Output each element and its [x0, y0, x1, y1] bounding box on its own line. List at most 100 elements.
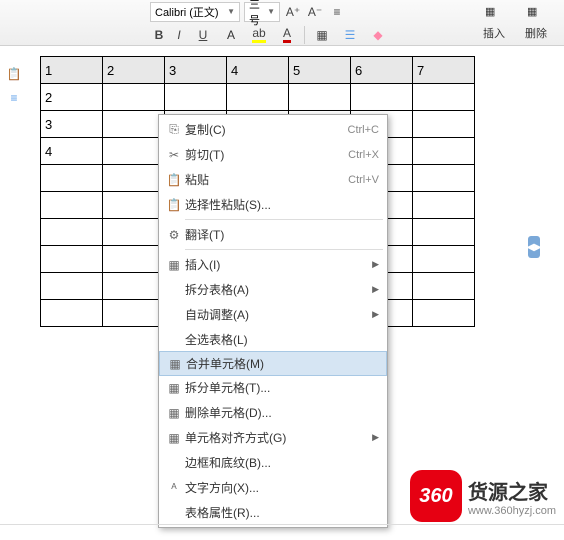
underline-button[interactable]: U — [190, 26, 216, 44]
menu-separator — [185, 219, 383, 220]
table-row: 1 2 3 4 5 6 7 — [41, 57, 475, 84]
table-cell[interactable]: 6 — [351, 57, 413, 84]
watermark-url: www.360hyzj.com — [468, 505, 556, 517]
page-width-handle[interactable]: ◀▶ — [528, 236, 540, 258]
table-cell[interactable]: 2 — [41, 84, 103, 111]
table-cell[interactable] — [413, 219, 475, 246]
menu-item-cut[interactable]: ✂剪切(T)Ctrl+X — [159, 142, 387, 167]
blank-icon — [163, 306, 185, 324]
status-bar — [0, 524, 564, 540]
font-color-button[interactable]: A — [274, 26, 300, 44]
paste-icon[interactable]: 📋 — [6, 66, 22, 82]
table-cell[interactable]: 3 — [41, 111, 103, 138]
table-cell[interactable] — [103, 300, 165, 327]
table-cell[interactable] — [413, 192, 475, 219]
highlight-button[interactable]: ab — [246, 26, 272, 44]
table-cell[interactable] — [227, 84, 289, 111]
table-cell[interactable]: 7 — [413, 57, 475, 84]
table-cell[interactable] — [103, 246, 165, 273]
increase-font-button[interactable]: A⁺ — [284, 3, 302, 21]
menu-item-merge[interactable]: ▦合并单元格(M) — [159, 351, 387, 376]
watermark: 360 货源之家 www.360hyzj.com — [410, 470, 556, 522]
menu-label: 插入(I) — [185, 256, 368, 273]
table-cell[interactable]: 3 — [165, 57, 227, 84]
font-effect-button[interactable]: A — [218, 26, 244, 44]
text-dir-icon: ᴬ — [163, 479, 185, 497]
menu-item-copy[interactable]: ⎘复制(C)Ctrl+C — [159, 117, 387, 142]
menu-item-split[interactable]: ▦拆分单元格(T)... — [159, 375, 387, 400]
table-cell[interactable] — [103, 138, 165, 165]
table-cell[interactable] — [413, 300, 475, 327]
delete-label: 删除 — [525, 25, 547, 41]
table-cell[interactable] — [41, 165, 103, 192]
table-cell[interactable] — [103, 84, 165, 111]
bold-button[interactable]: B — [150, 26, 168, 44]
table-cell[interactable] — [103, 192, 165, 219]
menu-label: 剪切(T) — [185, 146, 348, 163]
menu-shortcut: Ctrl+X — [348, 149, 379, 161]
table-cell[interactable] — [413, 273, 475, 300]
menu-label: 自动调整(A) — [185, 306, 368, 323]
menu-item-insert[interactable]: ▦插入(I)▶ — [159, 252, 387, 277]
table-cell[interactable]: 4 — [227, 57, 289, 84]
menu-item-translate[interactable]: ⚙翻译(T) — [159, 222, 387, 247]
menu-label: 全选表格(L) — [185, 331, 379, 348]
table-cell[interactable] — [289, 84, 351, 111]
table-cell[interactable] — [41, 273, 103, 300]
delete-menu-button[interactable]: ▦ 删除 — [518, 1, 554, 45]
table-cell[interactable] — [413, 246, 475, 273]
table-cell[interactable] — [103, 165, 165, 192]
decrease-font-button[interactable]: A⁻ — [306, 3, 324, 21]
shading-button[interactable]: ☰ — [337, 26, 363, 44]
table-cell[interactable] — [103, 111, 165, 138]
delete-grid-icon: ▦ — [527, 5, 545, 23]
table-cell[interactable] — [41, 246, 103, 273]
font-size-combo[interactable]: 三号▼ — [244, 2, 280, 22]
menu-item-text-dir[interactable]: ᴬ文字方向(X)... — [159, 475, 387, 500]
table-cell[interactable]: 1 — [41, 57, 103, 84]
menu-label: 删除单元格(D)... — [185, 404, 379, 421]
line-spacing-button[interactable]: ≡ — [328, 3, 346, 21]
table-cell[interactable]: 4 — [41, 138, 103, 165]
table-cell[interactable] — [413, 165, 475, 192]
menu-label: 复制(C) — [185, 121, 348, 138]
table-cell[interactable] — [103, 273, 165, 300]
eraser-button[interactable]: ◆ — [365, 26, 391, 44]
chevron-down-icon: ▼ — [227, 7, 235, 16]
insert-label: 插入 — [483, 25, 505, 41]
table-cell[interactable] — [413, 138, 475, 165]
menu-item-delete-cell[interactable]: ▦删除单元格(D)... — [159, 400, 387, 425]
menu-item-paste-special[interactable]: 📋选择性粘贴(S)... — [159, 192, 387, 217]
menu-label: 边框和底纹(B)... — [185, 454, 379, 471]
chevron-down-icon: ▼ — [267, 7, 275, 16]
table-cell[interactable] — [41, 219, 103, 246]
menu-label: 选择性粘贴(S)... — [185, 196, 379, 213]
align-icon: ▦ — [163, 429, 185, 447]
menu-label: 粘贴 — [185, 171, 348, 188]
table-cell[interactable] — [165, 84, 227, 111]
italic-button[interactable]: I — [170, 26, 188, 44]
menu-item-9[interactable]: 自动调整(A)▶ — [159, 302, 387, 327]
table-cell[interactable] — [413, 84, 475, 111]
menu-item-align[interactable]: ▦单元格对齐方式(G)▶ — [159, 425, 387, 450]
table-cell[interactable] — [41, 192, 103, 219]
border-button[interactable]: ▦ — [309, 26, 335, 44]
font-name-combo[interactable]: Calibri (正文)▼ — [150, 2, 240, 22]
insert-menu-button[interactable]: ▦ 插入 — [476, 1, 512, 45]
blank-icon — [163, 454, 185, 472]
table-cell[interactable]: 5 — [289, 57, 351, 84]
table-cell[interactable] — [413, 111, 475, 138]
menu-label: 拆分表格(A) — [185, 281, 368, 298]
arrow-icon[interactable]: ≡ — [6, 90, 22, 106]
table-cell[interactable] — [351, 84, 413, 111]
menu-item-10[interactable]: 全选表格(L) — [159, 327, 387, 352]
table-cell[interactable] — [103, 219, 165, 246]
menu-item-8[interactable]: 拆分表格(A)▶ — [159, 277, 387, 302]
table-cell[interactable]: 2 — [103, 57, 165, 84]
chevron-right-icon: ▶ — [372, 259, 379, 270]
menu-item-15[interactable]: 边框和底纹(B)... — [159, 450, 387, 475]
table-cell[interactable] — [41, 300, 103, 327]
menu-item-paste[interactable]: 📋粘贴Ctrl+V — [159, 167, 387, 192]
menu-item-17[interactable]: 表格属性(R)... — [159, 500, 387, 525]
context-menu: ⎘复制(C)Ctrl+C✂剪切(T)Ctrl+X📋粘贴Ctrl+V📋选择性粘贴(… — [158, 114, 388, 528]
